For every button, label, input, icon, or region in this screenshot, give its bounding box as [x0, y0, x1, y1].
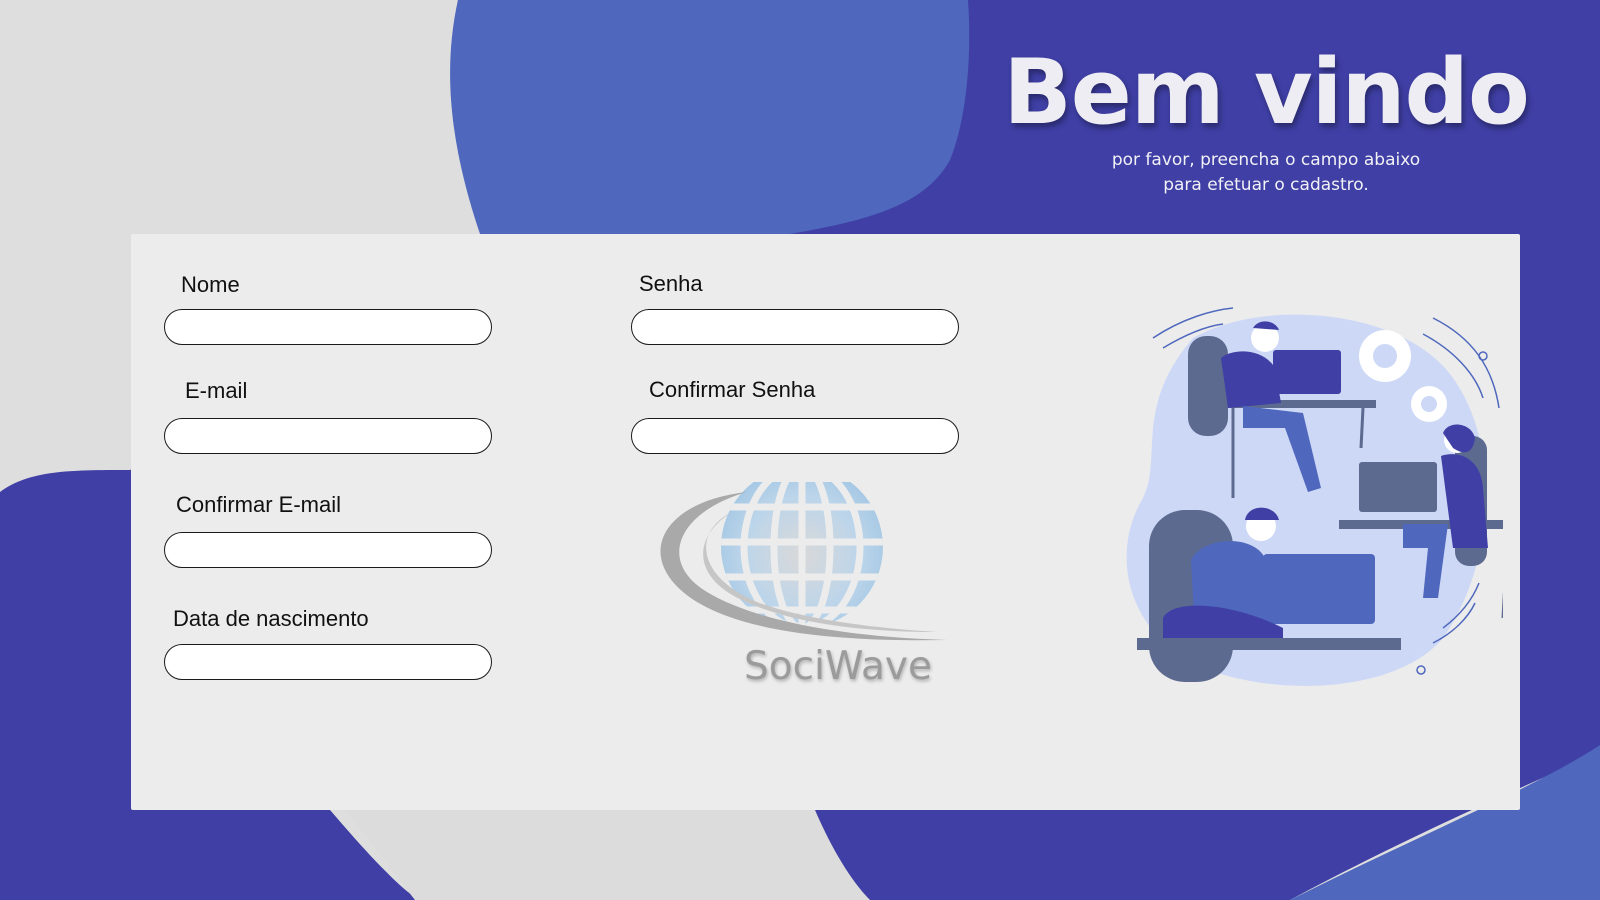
- senha-input[interactable]: [631, 309, 959, 345]
- confirmar-senha-label: Confirmar Senha: [649, 377, 816, 402]
- welcome-subtitle-line2: para efetuar o cadastro.: [1163, 175, 1369, 195]
- email-label: E-mail: [185, 378, 248, 403]
- nome-input[interactable]: [164, 309, 492, 345]
- welcome-header: Bem vindo por favor, preencha o campo ab…: [990, 38, 1542, 198]
- welcome-title: Bem vindo: [1003, 40, 1530, 145]
- sociwave-logo-text: SociWave: [744, 644, 932, 689]
- confirmar-senha-input[interactable]: [631, 418, 959, 454]
- nome-label: Nome: [181, 272, 240, 297]
- confirmar-email-input[interactable]: [164, 532, 492, 568]
- senha-label: Senha: [639, 271, 703, 296]
- registration-panel: Nome E-mail Confirmar E-mail Data de nas…: [131, 234, 1520, 810]
- sociwave-logo: SociWave: [637, 466, 969, 714]
- data-nascimento-input[interactable]: [164, 644, 492, 680]
- data-nascimento-label: Data de nascimento: [173, 606, 369, 631]
- people-working-illustration: [1126, 307, 1503, 686]
- email-input[interactable]: [164, 418, 492, 454]
- globe-swoosh-icon: [660, 466, 947, 641]
- welcome-subtitle-line1: por favor, preencha o campo abaixo: [1111, 150, 1421, 170]
- confirmar-email-label: Confirmar E-mail: [176, 492, 342, 517]
